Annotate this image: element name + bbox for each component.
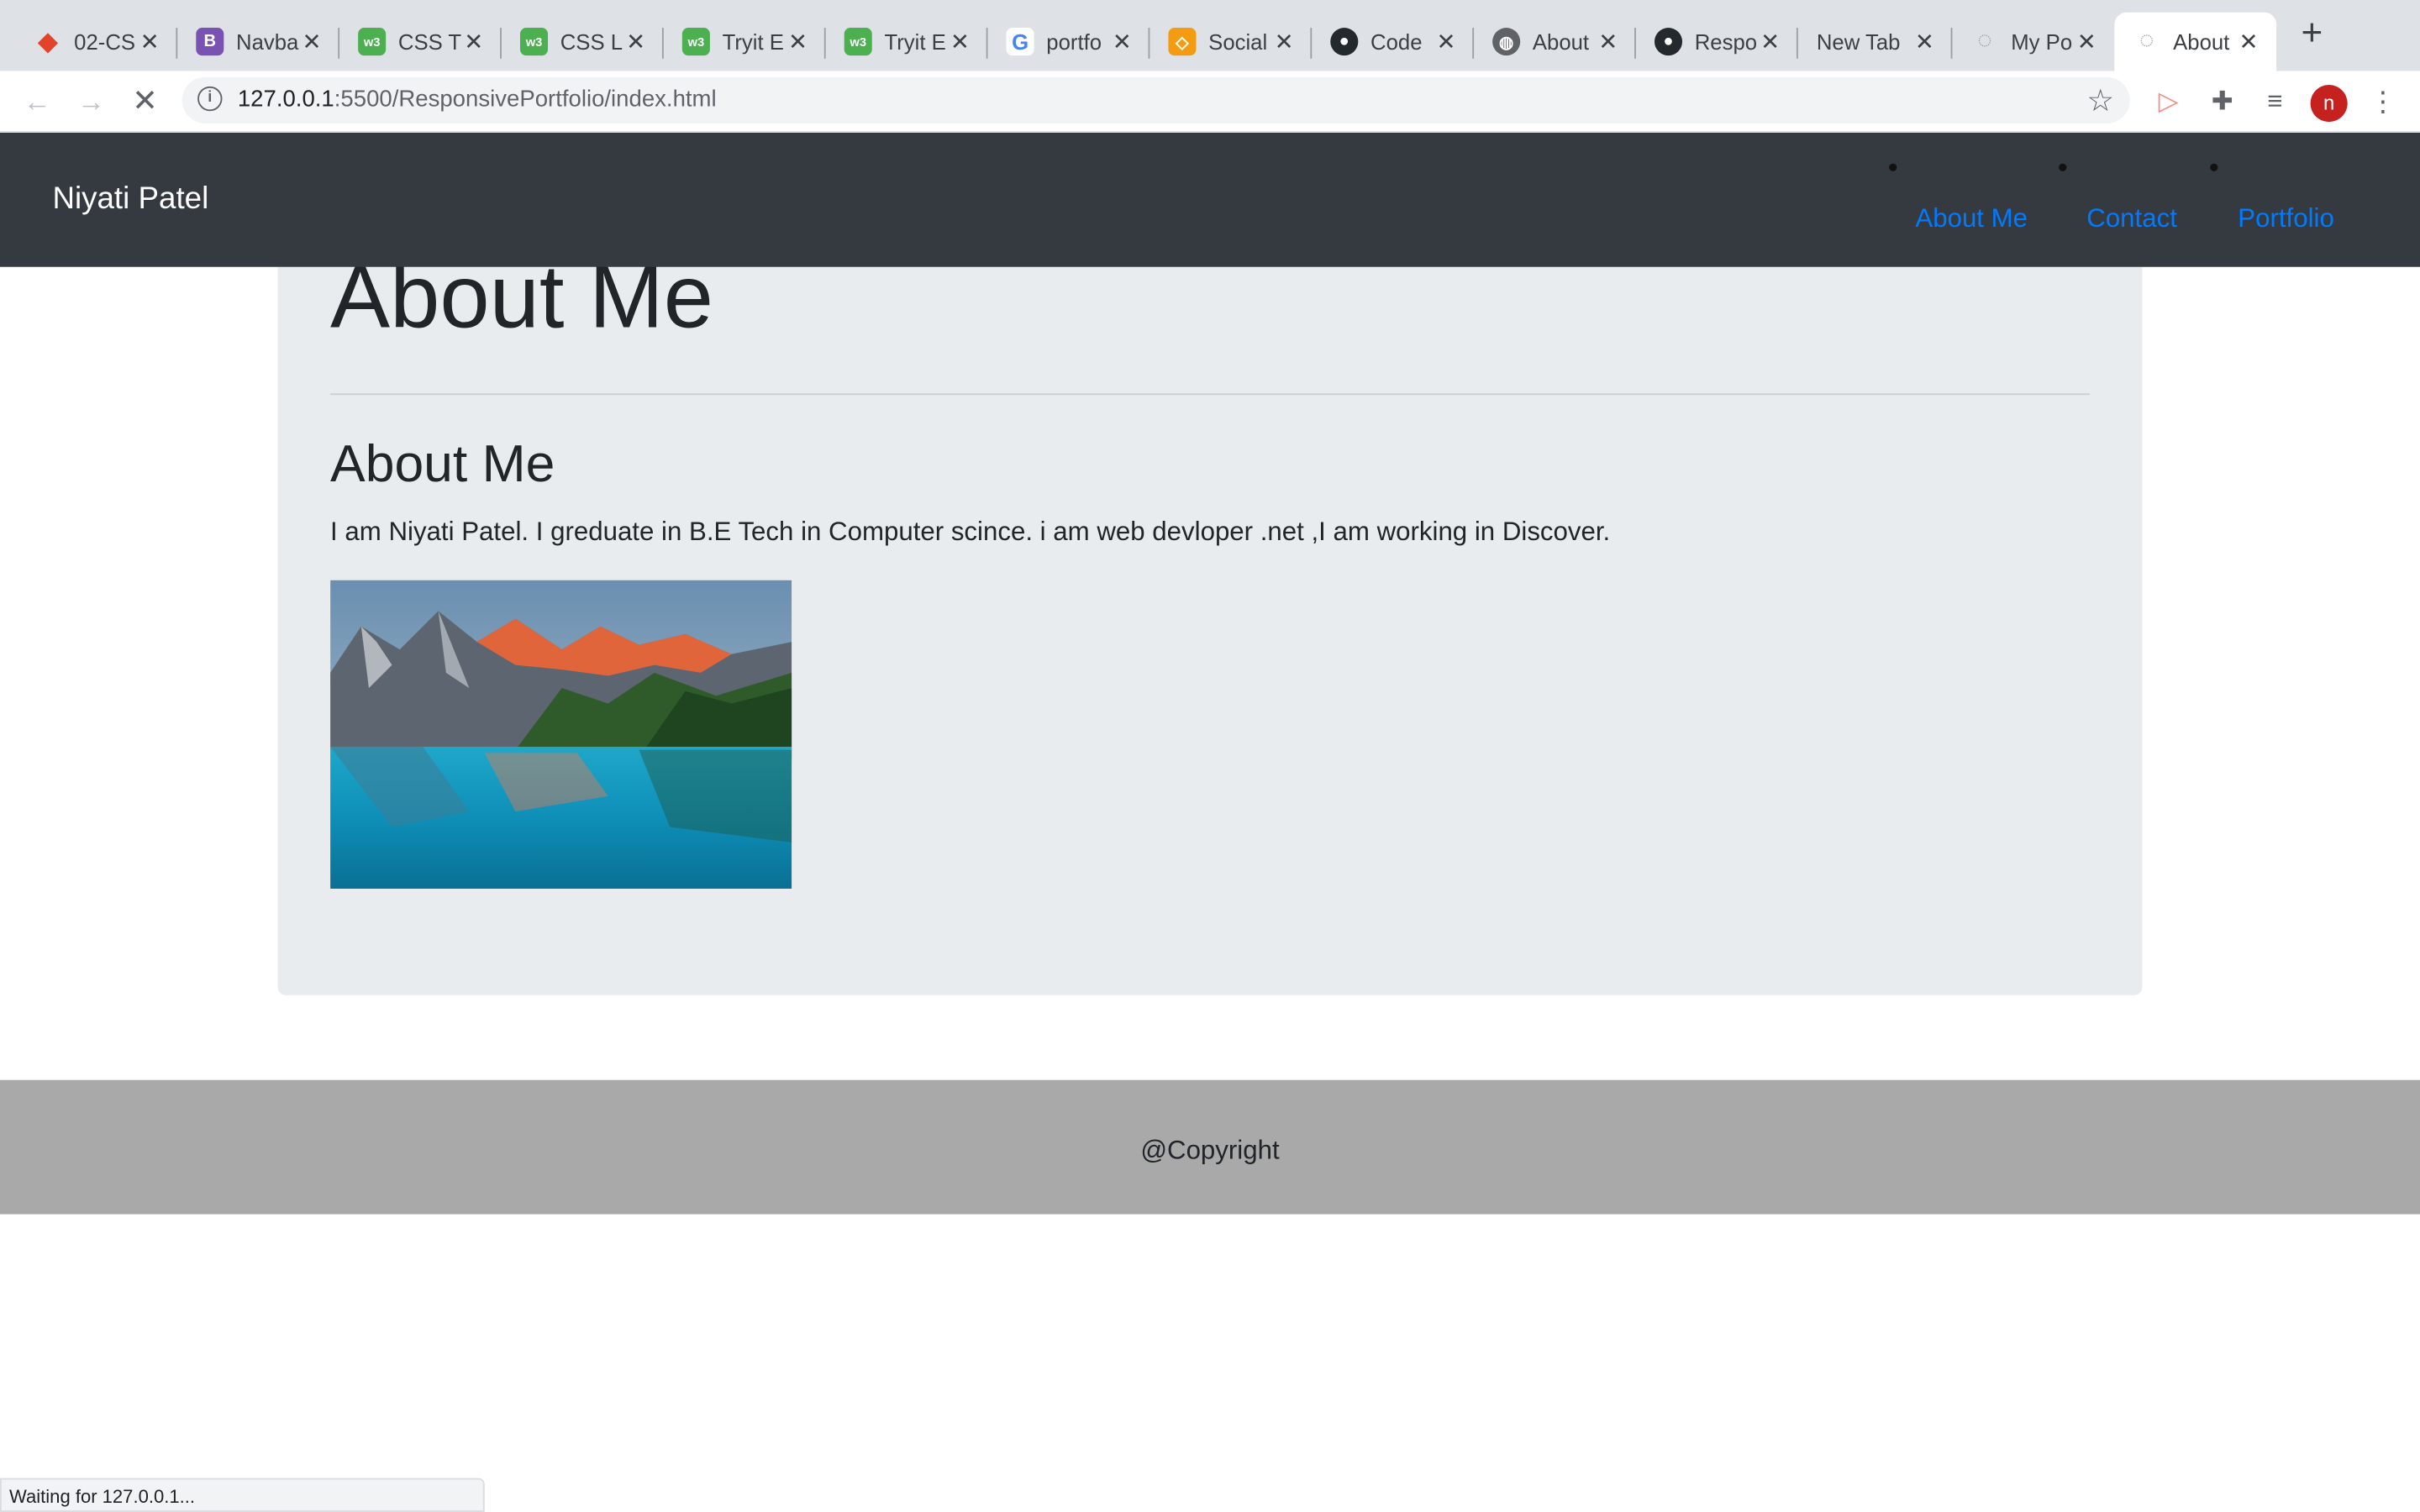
w3schools-icon: w3 xyxy=(519,28,549,56)
about-text: I am Niyati Patel. I greduate in B.E Tec… xyxy=(330,517,1611,547)
forward-arrow-icon[interactable]: → xyxy=(72,83,109,120)
url-text[interactable]: 127.0.0.1:5500/ResponsivePortfolio/index… xyxy=(238,87,717,113)
mountain-lake-image xyxy=(330,580,792,889)
page-footer: @Copyright xyxy=(0,1079,2420,1215)
close-tab-icon[interactable]: ✕ xyxy=(1434,28,1458,55)
browser-tab[interactable]: ◆ 02-CS ✕ xyxy=(15,13,178,71)
browser-tab-active[interactable]: ◌ About ✕ xyxy=(2114,12,2277,71)
tab-title: CSS L xyxy=(560,29,623,55)
bootstrap-icon: B xyxy=(196,28,224,56)
close-tab-icon[interactable]: ✕ xyxy=(948,28,972,55)
site-info-icon[interactable]: i xyxy=(197,86,223,112)
nav-link-contact[interactable]: Contact xyxy=(2086,203,2177,234)
tab-title: Tryit E xyxy=(884,29,946,55)
tab-title: Respo xyxy=(1694,29,1758,55)
media-queue-icon[interactable]: ≡ xyxy=(2256,83,2293,120)
close-tab-icon[interactable]: ✕ xyxy=(461,28,486,55)
close-tab-icon[interactable]: ✕ xyxy=(786,28,810,55)
extension-icon[interactable]: ▷ xyxy=(2150,83,2187,120)
tab-title: Navbar xyxy=(236,29,300,55)
close-tab-icon[interactable]: ✕ xyxy=(623,28,648,55)
page-viewport: About Me About Me I am Niyati Patel. I g… xyxy=(0,132,2420,1512)
loading-spinner-icon: ◌ xyxy=(1977,28,1992,55)
tab-title: 02-CS xyxy=(74,29,136,55)
browser-tab[interactable]: w3 Tryit E ✕ xyxy=(826,13,988,71)
list-bullet xyxy=(2059,163,2067,171)
close-tab-icon[interactable]: ✕ xyxy=(1912,28,1937,55)
tab-title: My Po xyxy=(2011,29,2073,55)
close-tab-icon[interactable]: ✕ xyxy=(1596,28,1620,55)
browser-toolbar: ← → ✕ i 127.0.0.1:5500/ResponsivePortfol… xyxy=(0,71,2420,133)
close-tab-icon[interactable]: ✕ xyxy=(1758,28,1782,55)
globe-icon: ◍ xyxy=(1492,28,1521,56)
w3schools-icon: w3 xyxy=(844,28,872,56)
address-bar[interactable]: i 127.0.0.1:5500/ResponsivePortfolio/ind… xyxy=(182,76,2130,123)
copyright-text: @Copyright xyxy=(1140,1135,1280,1165)
tab-title: portfo xyxy=(1046,29,1102,55)
browser-tab[interactable]: ● Respo ✕ xyxy=(1636,13,1798,71)
back-arrow-icon[interactable]: ← xyxy=(18,83,55,120)
tab-title: Social xyxy=(1208,29,1268,55)
github-icon: ● xyxy=(1330,28,1359,56)
browser-tab[interactable]: w3 CSS L ✕ xyxy=(502,13,664,71)
tab-strip: ◆ 02-CS ✕ B Navbar ✕ w3 CSS T ✕ w3 CSS L… xyxy=(0,0,2420,71)
section-heading: About Me xyxy=(330,434,555,494)
codepen-style-icon: ◇ xyxy=(1168,28,1197,56)
w3schools-icon: w3 xyxy=(358,28,387,56)
tab-title: New Tab xyxy=(1816,29,1901,55)
tab-title: Tryit E xyxy=(722,29,784,55)
browser-tab[interactable]: w3 Tryit E ✕ xyxy=(664,13,826,71)
nav-link-portfolio[interactable]: Portfolio xyxy=(2238,203,2334,234)
w3schools-icon: w3 xyxy=(681,28,710,56)
close-tab-icon[interactable]: ✕ xyxy=(1110,28,1134,55)
bookmark-star-icon[interactable]: ☆ xyxy=(2086,81,2114,120)
more-menu-icon[interactable]: ⋮ xyxy=(2365,83,2402,120)
close-tab-icon[interactable]: ✕ xyxy=(137,28,161,55)
browser-tab[interactable]: New Tab ✕ xyxy=(1798,13,1953,71)
close-tab-icon[interactable]: ✕ xyxy=(2236,28,2260,55)
tab-title: CSS T xyxy=(397,29,462,55)
profile-avatar[interactable]: n xyxy=(2310,85,2348,123)
loading-spinner-icon: ◌ xyxy=(2139,28,2154,55)
browser-tab[interactable]: B Navbar ✕ xyxy=(177,13,340,71)
stop-loading-icon[interactable]: ✕ xyxy=(127,83,164,120)
browser-tab[interactable]: w3 CSS T ✕ xyxy=(339,13,502,71)
github-icon: ● xyxy=(1654,28,1683,56)
google-icon: G xyxy=(1006,28,1034,56)
nav-link-about-me[interactable]: About Me xyxy=(1915,203,2028,234)
browser-tab[interactable]: ◍ About ✕ xyxy=(1474,13,1636,71)
list-bullet xyxy=(1889,163,1897,171)
browser-tab[interactable]: ◌ My Po ✕ xyxy=(1952,13,2114,71)
new-tab-button[interactable]: + xyxy=(2295,14,2328,52)
navbar-brand[interactable]: Niyati Patel xyxy=(52,182,208,218)
extensions-puzzle-icon[interactable]: ✚ xyxy=(2204,83,2241,120)
status-bar: Waiting for 127.0.0.1... xyxy=(0,1478,485,1512)
browser-tab[interactable]: ◇ Social ✕ xyxy=(1150,13,1313,71)
browser-tab[interactable]: ● Code ✕ xyxy=(1312,13,1475,71)
tab-title: Code xyxy=(1370,29,1423,55)
tab-title: About xyxy=(1532,29,1590,55)
tab-title: About xyxy=(2173,29,2230,55)
list-bullet xyxy=(2210,163,2218,171)
gitlab-icon: ◆ xyxy=(38,29,58,56)
close-tab-icon[interactable]: ✕ xyxy=(2075,28,2099,55)
divider xyxy=(330,393,2090,396)
close-tab-icon[interactable]: ✕ xyxy=(299,28,324,55)
top-navbar: Niyati Patel About Me Contact Portfolio xyxy=(0,132,2420,267)
close-tab-icon[interactable]: ✕ xyxy=(1271,28,1296,55)
browser-tab[interactable]: G portfo ✕ xyxy=(988,13,1150,71)
